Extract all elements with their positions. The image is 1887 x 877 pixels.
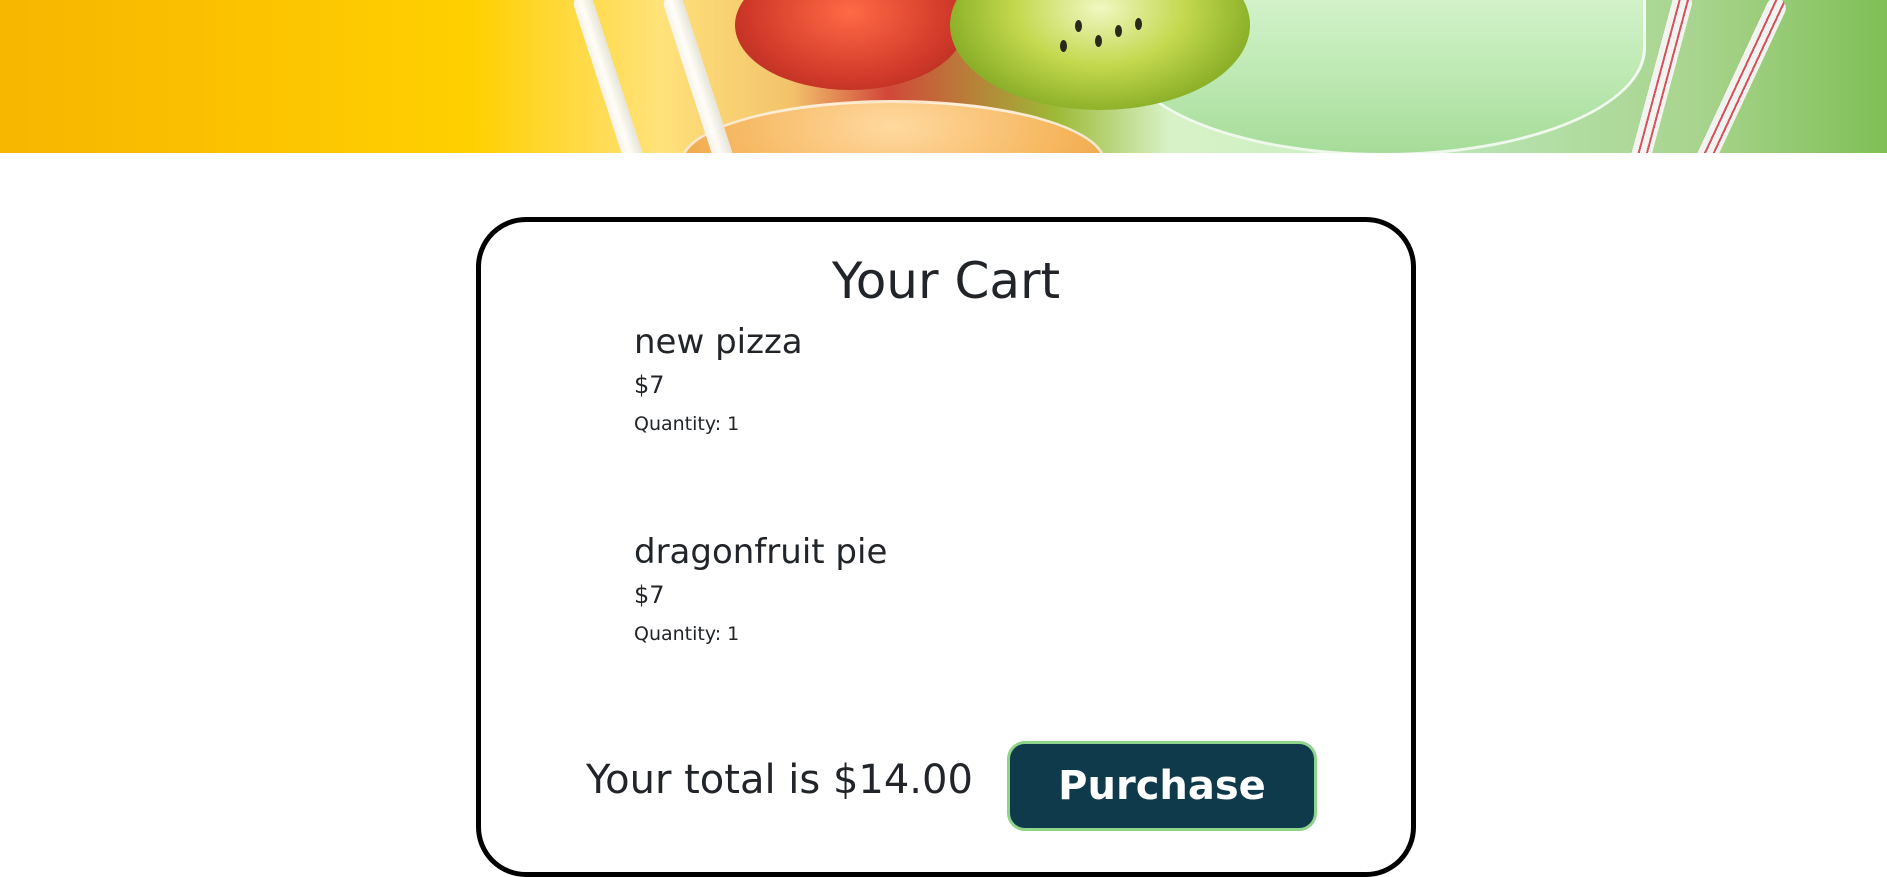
orange-juice-glass xyxy=(680,100,1106,153)
item-name: dragonfruit pie xyxy=(634,532,888,572)
straw-decoration xyxy=(571,0,649,153)
striped-straw-decoration xyxy=(1690,0,1790,153)
cart-card: Your Cart new pizza $7 Quantity: 1 drago… xyxy=(476,217,1416,877)
cart-total: Your total is $14.00 xyxy=(586,757,973,803)
cart-title: Your Cart xyxy=(831,252,1061,310)
item-quantity: Quantity: 1 xyxy=(634,413,740,435)
item-quantity: Quantity: 1 xyxy=(634,623,740,645)
item-name: new pizza xyxy=(634,322,803,362)
cart-item: new pizza $7 Quantity: 1 xyxy=(634,322,1134,436)
item-price: $7 xyxy=(634,581,665,609)
kiwi-seed xyxy=(1135,18,1142,30)
cart-item: dragonfruit pie $7 Quantity: 1 xyxy=(634,532,1134,646)
purchase-button[interactable]: Purchase xyxy=(1007,741,1317,831)
header-banner-image xyxy=(0,0,1887,153)
kiwi-seed xyxy=(1095,35,1102,47)
item-price: $7 xyxy=(634,371,665,399)
strawberry-decoration xyxy=(735,0,965,90)
kiwi-seed xyxy=(1115,25,1122,37)
kiwi-seed xyxy=(1075,20,1082,32)
kiwi-seed xyxy=(1060,40,1067,52)
